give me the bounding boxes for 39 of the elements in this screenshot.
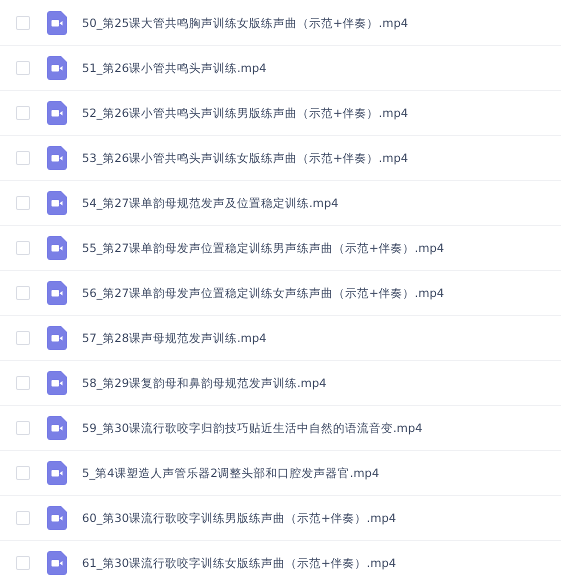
video-file-icon	[47, 146, 67, 170]
checkbox[interactable]	[16, 466, 30, 480]
video-file-icon	[47, 281, 67, 305]
checkbox[interactable]	[16, 16, 30, 30]
checkbox[interactable]	[16, 421, 30, 435]
video-file-icon	[47, 506, 67, 530]
file-name[interactable]: 54_第27课单韵母规范发声及位置稳定训练.mp4	[82, 196, 338, 210]
checkbox[interactable]	[16, 151, 30, 165]
checkbox[interactable]	[16, 106, 30, 120]
checkbox[interactable]	[16, 376, 30, 390]
file-name[interactable]: 56_第27课单韵母发声位置稳定训练女声练声曲（示范+伴奏）.mp4	[82, 286, 444, 300]
video-file-icon	[47, 326, 67, 350]
file-name[interactable]: 51_第26课小管共鸣头声训练.mp4	[82, 60, 266, 76]
checkbox[interactable]	[16, 241, 30, 255]
checkbox[interactable]	[16, 556, 30, 570]
file-name[interactable]: 58_第29课复韵母和鼻韵母规范发声训练.mp4	[82, 376, 326, 390]
file-name[interactable]: 59_第30课流行歌咬字归韵技巧贴近生活中自然的语流音变.mp4	[82, 420, 422, 436]
file-name[interactable]: 50_第25课大管共鸣胸声训练女版练声曲（示范+伴奏）.mp4	[82, 16, 408, 30]
video-file-icon	[47, 11, 67, 35]
file-name[interactable]: 57_第28课声母规范发声训练.mp4	[82, 330, 266, 346]
video-file-icon	[47, 416, 67, 440]
video-file-icon	[47, 101, 67, 125]
file-name[interactable]: 60_第30课流行歌咬字训练男版练声曲（示范+伴奏）.mp4	[82, 510, 396, 526]
checkbox[interactable]	[16, 331, 30, 345]
checkbox[interactable]	[16, 196, 30, 210]
file-name[interactable]: 53_第26课小管共鸣头声训练女版练声曲（示范+伴奏）.mp4	[82, 150, 408, 166]
video-file-icon	[47, 461, 67, 485]
file-name[interactable]: 5_第4课塑造人声管乐器2调整头部和口腔发声器官.mp4	[82, 466, 380, 480]
file-name[interactable]: 61_第30课流行歌咬字训练女版练声曲（示范+伴奏）.mp4	[82, 556, 396, 570]
video-file-icon	[47, 371, 67, 395]
file-name[interactable]: 55_第27课单韵母发声位置稳定训练男声练声曲（示范+伴奏）.mp4	[82, 240, 444, 256]
checkbox[interactable]	[16, 286, 30, 300]
checkbox[interactable]	[16, 61, 30, 75]
video-file-icon	[47, 236, 67, 260]
video-file-icon	[47, 56, 67, 80]
video-file-icon	[47, 551, 67, 575]
checkbox[interactable]	[16, 511, 30, 525]
file-name[interactable]: 52_第26课小管共鸣头声训练男版练声曲（示范+伴奏）.mp4	[82, 106, 408, 120]
video-file-icon	[47, 191, 67, 215]
